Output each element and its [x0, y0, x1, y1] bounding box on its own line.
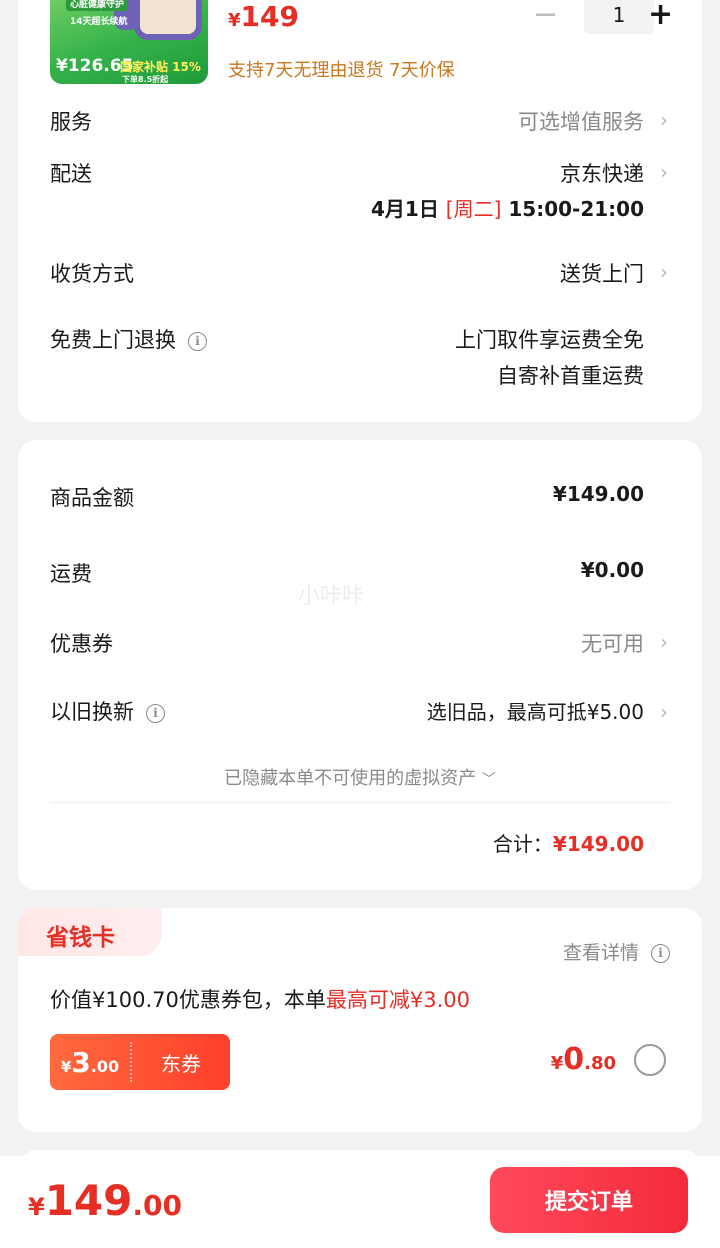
shipping-value: ¥0.00 [580, 558, 644, 582]
free-return-row: 免费上门退换 i 上门取件享运费全免 [50, 324, 644, 354]
coupon-chip-int: 3 [71, 1045, 91, 1079]
delivery-value: 京东快递 [560, 162, 644, 186]
total-row: 合计：¥149.00 [493, 828, 644, 857]
receive-chevron-icon: › [660, 260, 668, 284]
product-image-tag-2: 14天超长续航 [70, 17, 128, 27]
delivery-chevron-icon: › [660, 160, 668, 184]
service-chevron-icon: › [660, 108, 668, 132]
delivery-label: 配送 [50, 162, 92, 186]
watch-graphic [134, 0, 202, 40]
saving-card-details-link[interactable]: 查看详情 i [563, 938, 670, 965]
goods-amount-row: 商品金额 ¥149.00 [50, 482, 644, 512]
product-price-value: 149 [240, 0, 299, 33]
delivery-weekday: [周二] [445, 197, 502, 221]
product-image[interactable]: 心脏健康守护 14天超长续航 ¥126.65 国家补贴 15% 下单8.5折起 [50, 0, 208, 84]
free-return-line-1: 上门取件享运费全免 [455, 328, 644, 352]
saving-card-details-text: 查看详情 [562, 942, 639, 964]
delivery-time[interactable]: 4月1日 [周二] 15:00-21:00 [371, 193, 644, 222]
saving-card-tab: 省钱卡 [18, 908, 162, 956]
saving-card-desc-prefix: 价值¥100.70优惠券包，本单 [50, 988, 326, 1012]
product-image-subsidy: 国家补贴 15% [120, 60, 201, 74]
goods-amount-value: ¥149.00 [552, 482, 644, 506]
info-icon[interactable]: i [188, 331, 207, 351]
footer-total-int: 149 [44, 1176, 133, 1225]
delivery-time-range: 15:00-21:00 [508, 197, 644, 221]
footer-total-dec: .00 [132, 1189, 182, 1222]
saving-card-price: ¥0.80 [551, 1042, 616, 1077]
quantity-decrease-button[interactable]: − [533, 0, 558, 34]
product-image-subsidy-sub: 下单8.5折起 [122, 75, 169, 84]
watermark: 小咔咔 [298, 584, 365, 609]
tradein-chevron-icon: › [660, 700, 668, 724]
free-return-line-2: 自寄补首重运费 [497, 364, 644, 388]
coupon-chip-dec: .00 [90, 1056, 120, 1076]
submit-order-button[interactable]: 提交订单 [490, 1167, 688, 1233]
coupon-chip-symbol: ¥ [60, 1057, 72, 1076]
receive-method-row[interactable]: 收货方式 送货上门 [50, 258, 644, 288]
coupon-row[interactable]: 优惠券 无可用 [50, 628, 644, 658]
coupon-label: 优惠券 [50, 632, 113, 656]
delivery-row[interactable]: 配送 京东快递 [50, 158, 644, 188]
tradein-row[interactable]: 以旧换新 i 选旧品，最高可抵¥5.00 [50, 696, 644, 726]
quantity-input[interactable]: 1 [584, 0, 654, 34]
saving-card-price-symbol: ¥ [550, 1053, 564, 1074]
product-price-symbol: ¥ [228, 10, 241, 31]
hidden-assets-toggle[interactable]: 已隐藏本单不可使用的虚拟资产 ﹀ [18, 764, 702, 790]
info-icon[interactable]: i [146, 703, 165, 723]
delivery-date: 4月1日 [370, 197, 439, 221]
bottom-bar: ¥149.00 提交订单 [0, 1156, 720, 1248]
footer-total-symbol: ¥ [28, 1193, 45, 1221]
coupon-chip: ¥3.00 东券 [50, 1034, 230, 1090]
info-icon: i [651, 943, 670, 963]
receive-method-label: 收货方式 [50, 262, 134, 286]
product-price: ¥149 [228, 0, 299, 33]
saving-card-price-int: 0 [563, 1042, 585, 1077]
coupon-value: 无可用 [581, 632, 644, 656]
product-policy: 支持7天无理由退货 7天价保 [228, 60, 455, 81]
service-value: 可选增值服务 [518, 110, 644, 134]
free-return-label: 免费上门退换 [50, 328, 176, 352]
total-value: ¥149.00 [552, 832, 644, 856]
shipping-label: 运费 [50, 562, 92, 586]
hidden-assets-text: 已隐藏本单不可使用的虚拟资产 [224, 768, 477, 789]
saving-card-radio[interactable] [634, 1044, 666, 1076]
quantity-increase-button[interactable]: + [648, 0, 673, 34]
service-row[interactable]: 服务 可选增值服务 [50, 106, 644, 136]
product-image-tag-1: 心脏健康守护 [66, 0, 129, 11]
chevron-down-icon: ﹀ [481, 772, 496, 788]
saving-card-price-dec: .80 [584, 1053, 616, 1074]
total-label: 合计： [492, 832, 553, 856]
coupon-chip-amount: ¥3.00 [50, 1046, 130, 1079]
saving-card: 省钱卡 查看详情 i 价值¥100.70优惠券包，本单最高可减¥3.00 ¥3.0… [18, 908, 702, 1132]
footer-total: ¥149.00 [28, 1176, 182, 1225]
receive-method-value: 送货上门 [560, 262, 644, 286]
coupon-chip-type: 东券 [161, 1051, 201, 1076]
divider [50, 802, 670, 803]
tradein-value: 选旧品，最高可抵¥5.00 [426, 700, 644, 724]
saving-card-desc-highlight: 最高可减¥3.00 [325, 988, 470, 1012]
service-label: 服务 [50, 110, 92, 134]
coupon-chevron-icon: › [660, 630, 668, 654]
amount-card: 商品金额 ¥149.00 运费 ¥0.00 优惠券 无可用 › 以旧换新 i 选旧… [18, 440, 702, 890]
order-info-card: 心脏健康守护 14天超长续航 ¥126.65 国家补贴 15% 下单8.5折起 … [18, 0, 702, 422]
saving-card-description: 价值¥100.70优惠券包，本单最高可减¥3.00 [50, 984, 470, 1014]
goods-amount-label: 商品金额 [50, 486, 134, 510]
tradein-label: 以旧换新 [50, 700, 134, 724]
